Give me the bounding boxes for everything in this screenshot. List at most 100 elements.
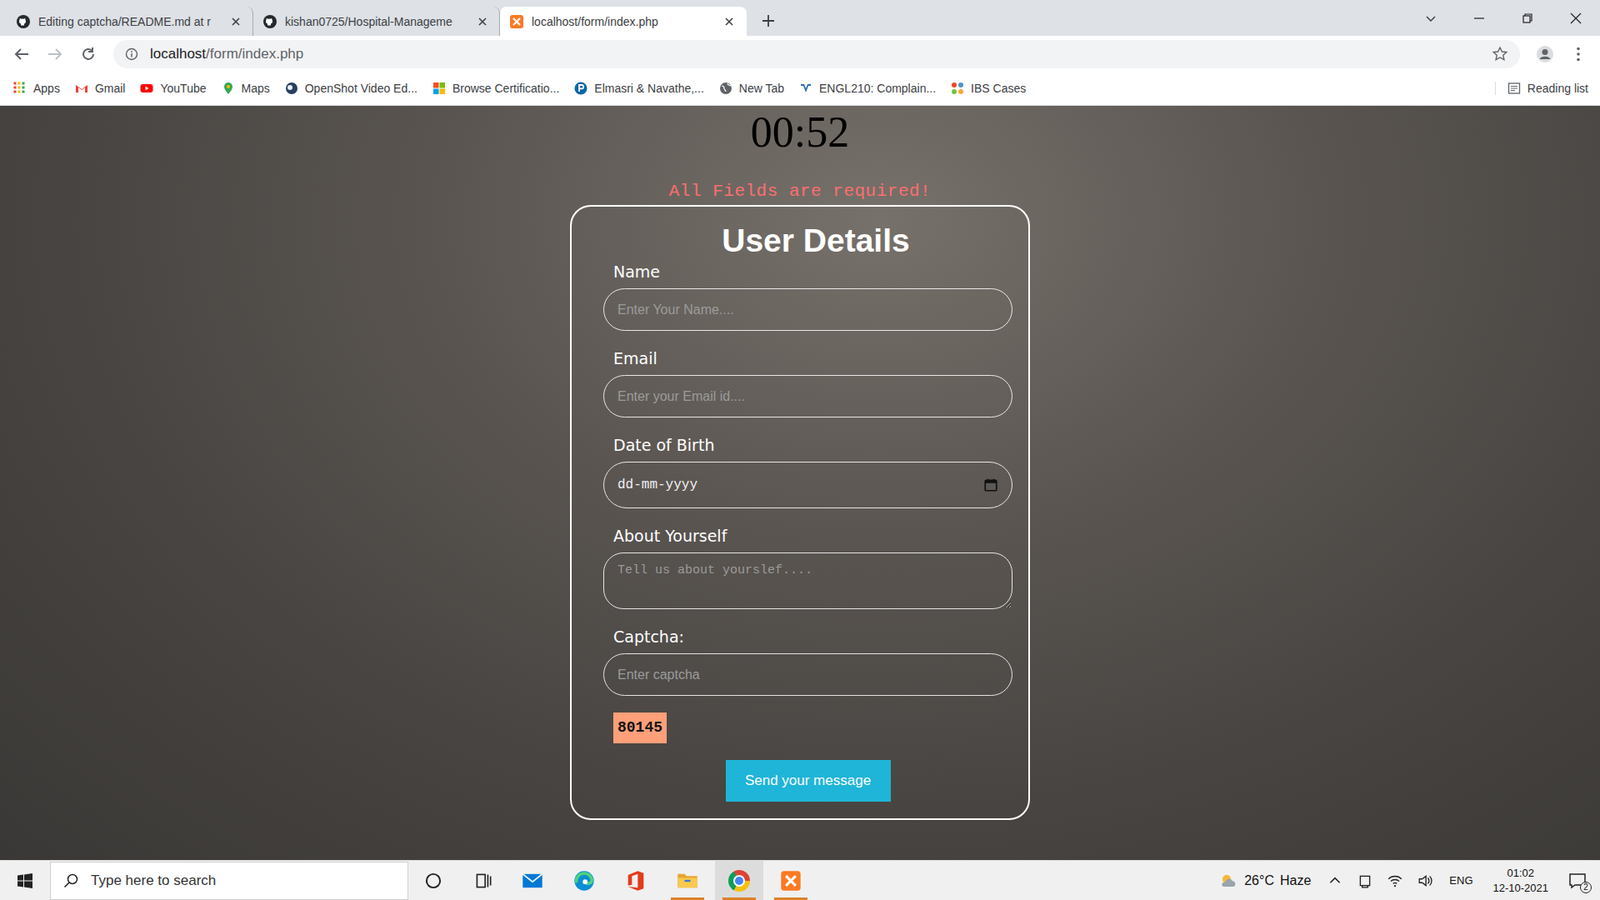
taskbar-app[interactable] xyxy=(663,860,712,900)
reload-icon[interactable] xyxy=(73,40,104,69)
bookmark[interactable]: Browse Certificatio... xyxy=(432,81,560,95)
date-placeholder: dd-mm-yyyy xyxy=(617,477,698,493)
running-indicator xyxy=(619,897,653,900)
error-message: All Fields are required! xyxy=(669,180,931,203)
language-indicator[interactable]: ENG xyxy=(1444,874,1478,887)
bookmark[interactable]: YouTube xyxy=(140,81,206,95)
user-form: User Details Name Email Date of Birth dd… xyxy=(570,205,1030,820)
submit-button[interactable]: Send your message xyxy=(725,760,891,802)
windows-start-icon[interactable] xyxy=(0,872,50,890)
search-icon xyxy=(62,872,80,890)
taskbar-app[interactable] xyxy=(611,860,660,900)
openshot-icon xyxy=(285,81,299,95)
microsoft-icon xyxy=(432,81,446,95)
meet-now-icon[interactable] xyxy=(1354,873,1376,889)
folder-icon xyxy=(675,869,700,893)
maximize-icon[interactable] xyxy=(1503,10,1552,27)
form-field: Email xyxy=(603,347,1013,418)
bookmark[interactable]: IBS Cases xyxy=(950,81,1026,95)
url: localhost/form/index.php xyxy=(150,45,1480,63)
field-label: Captcha: xyxy=(613,625,1013,648)
clock[interactable]: 01:02 12-10-2021 xyxy=(1486,865,1556,896)
text-input[interactable] xyxy=(603,288,1013,331)
tab-strip: Editing captcha/README.md at r kishan072… xyxy=(0,0,1600,36)
plus-icon[interactable] xyxy=(760,12,777,30)
forward-icon[interactable] xyxy=(40,40,70,69)
field-label: Email xyxy=(613,347,1013,370)
time: 01:02 xyxy=(1506,865,1535,881)
screen: Editing captcha/README.md at r kishan072… xyxy=(0,0,1600,900)
xampp-icon xyxy=(510,15,524,29)
task-view-icon[interactable] xyxy=(458,870,509,892)
close-icon[interactable] xyxy=(722,15,736,29)
search-box[interactable]: Type here to search xyxy=(50,861,409,900)
form-field: Name xyxy=(603,260,1013,331)
bookmark[interactable]: Elmasri & Navathe,... xyxy=(574,81,705,95)
reading-list-icon xyxy=(1507,81,1521,95)
bookmark[interactable]: Maps xyxy=(221,81,270,95)
bookmark-label: OpenShot Video Ed... xyxy=(305,81,418,95)
browser-tab[interactable]: localhost/form/index.php xyxy=(500,6,747,36)
chevron-up-icon[interactable] xyxy=(1324,873,1346,889)
date: 12-10-2021 xyxy=(1493,880,1550,896)
gmail-icon xyxy=(75,81,89,95)
mail-icon xyxy=(520,869,545,893)
cortana-icon[interactable] xyxy=(408,870,459,892)
wifi-icon[interactable] xyxy=(1384,873,1406,889)
address-bar[interactable]: localhost/form/index.php xyxy=(113,40,1520,69)
github-icon xyxy=(16,15,30,29)
taskbar-app[interactable] xyxy=(560,860,609,900)
close-icon[interactable] xyxy=(475,15,490,29)
field-label: Date of Birth xyxy=(613,434,1013,456)
form-field: Date of Birth dd-mm-yyyy xyxy=(603,434,1013,509)
bookmark[interactable]: New Tab xyxy=(719,81,785,95)
browser-tab[interactable]: Editing captcha/README.md at r xyxy=(6,6,254,36)
chrome-icon xyxy=(728,870,750,892)
minimize-icon[interactable] xyxy=(1455,10,1504,27)
toolbar: localhost/form/index.php xyxy=(0,35,1600,72)
taskbar-app[interactable] xyxy=(715,860,764,900)
taskbar: Type here to search 26°C Haze ENG 01:02 … xyxy=(0,860,1600,900)
page: 00:52 All Fields are required! User Deta… xyxy=(0,105,1600,860)
bookmark[interactable]: Apps xyxy=(13,81,60,95)
about-textarea[interactable] xyxy=(603,552,1013,610)
notification-center[interactable]: 2 xyxy=(1563,868,1592,894)
taskbar-app[interactable] xyxy=(766,860,815,900)
text-input[interactable] xyxy=(603,653,1013,696)
date-input[interactable]: dd-mm-yyyy xyxy=(603,461,1013,509)
running-indicator xyxy=(774,897,808,900)
text-input[interactable] xyxy=(603,375,1013,418)
bookmark[interactable]: ENGL210: Complain... xyxy=(799,81,936,95)
browser-tab[interactable]: kishan0725/Hospital-Manageme xyxy=(253,6,500,36)
tab-label: localhost/form/index.php xyxy=(531,15,715,29)
bookmark-label: Apps xyxy=(33,81,60,95)
bookmark-label: YouTube xyxy=(160,81,206,95)
close-window-icon[interactable] xyxy=(1551,10,1600,27)
captcha-code: 80145 xyxy=(613,712,667,744)
form-title: User Details xyxy=(603,221,1013,260)
weather[interactable]: 26°C Haze xyxy=(1218,870,1311,891)
profile-icon[interactable] xyxy=(1530,40,1560,69)
menu-icon[interactable] xyxy=(1563,40,1594,69)
close-icon[interactable] xyxy=(229,15,243,29)
bookmark[interactable]: Gmail xyxy=(75,81,126,95)
bookmark[interactable]: OpenShot Video Ed... xyxy=(285,81,418,95)
edge-icon xyxy=(572,869,596,893)
window-controls xyxy=(1406,0,1600,36)
reading-list[interactable]: Reading list xyxy=(1495,81,1589,95)
volume-icon[interactable] xyxy=(1414,873,1436,889)
back-icon[interactable] xyxy=(6,40,37,69)
info-icon[interactable] xyxy=(125,47,139,61)
youtube-icon xyxy=(140,81,154,95)
running-indicator xyxy=(567,897,601,900)
star-icon[interactable] xyxy=(1491,45,1509,63)
weather-temperature: 26°C xyxy=(1244,873,1275,889)
bookmark-label: Elmasri & Navathe,... xyxy=(594,81,705,95)
chevron-down-icon[interactable] xyxy=(1406,10,1455,27)
calendar-icon[interactable] xyxy=(983,477,999,493)
form-field: Captcha: xyxy=(603,625,1013,696)
timer: 00:52 xyxy=(750,109,850,156)
field-label: Name xyxy=(613,260,1013,283)
reading-list-label: Reading list xyxy=(1527,81,1589,95)
taskbar-app[interactable] xyxy=(508,860,557,900)
